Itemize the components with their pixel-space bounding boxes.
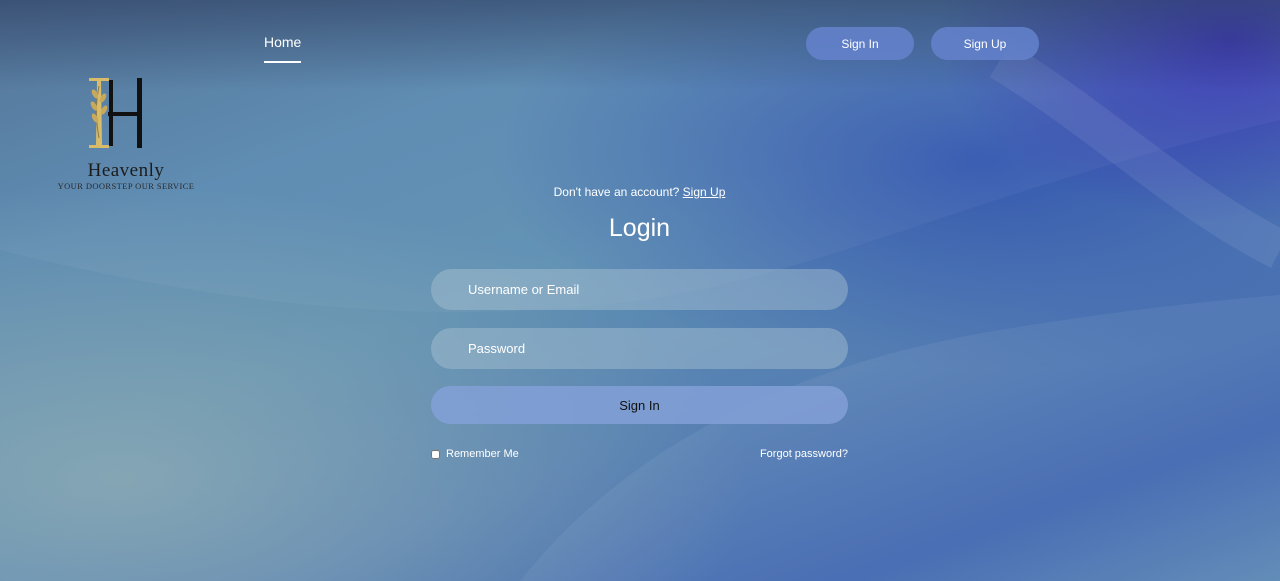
- sign-in-submit-button[interactable]: Sign In: [431, 386, 848, 424]
- brand-logo[interactable]: Heavenly YOUR DOORSTEP OUR SERVICE: [52, 76, 200, 194]
- remember-me-label: Remember Me: [446, 448, 519, 460]
- brand-name: Heavenly: [87, 160, 165, 181]
- nav-home-link[interactable]: Home: [264, 34, 302, 63]
- signup-prompt-text: Don't have an account?: [553, 185, 680, 199]
- forgot-password-link[interactable]: Forgot password?: [700, 448, 848, 460]
- password-input[interactable]: [431, 328, 848, 369]
- login-title: Login: [608, 214, 671, 242]
- brand-tagline: YOUR DOORSTEP OUR SERVICE: [57, 181, 195, 191]
- signup-link[interactable]: Sign Up: [683, 185, 726, 199]
- signup-prompt: Don't have an account? Sign Up: [431, 185, 848, 199]
- nav-sign-up-button[interactable]: Sign Up: [931, 27, 1039, 60]
- remember-me[interactable]: Remember Me: [431, 448, 519, 460]
- h-wheat-logo-icon: [89, 78, 142, 148]
- remember-me-checkbox[interactable]: [431, 449, 440, 459]
- login-page: Home Sign In Sign Up Heavenly YOUR DOORS…: [0, 0, 1280, 581]
- username-input[interactable]: [431, 269, 848, 310]
- nav-sign-in-button[interactable]: Sign In: [806, 27, 914, 60]
